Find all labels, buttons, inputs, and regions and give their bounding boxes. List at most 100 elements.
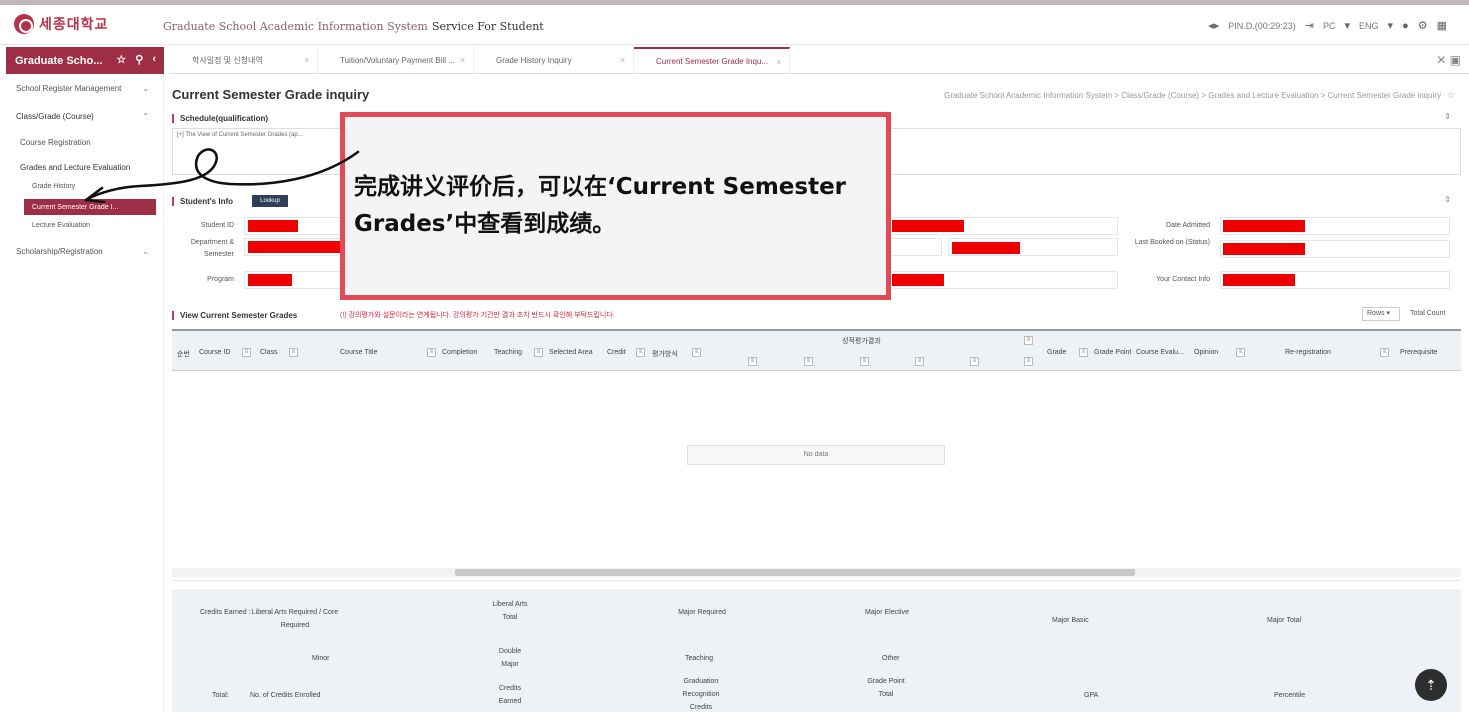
schedule-row[interactable]: [+] The View of Current Semester Grades … xyxy=(177,132,303,138)
language-select[interactable]: ENG xyxy=(1359,21,1379,31)
no-data-message: No data xyxy=(687,445,945,465)
logout-icon[interactable]: ⇥ xyxy=(1305,19,1314,32)
filter-icon[interactable]: ≡ xyxy=(804,357,813,366)
col-eval-method[interactable]: 평가방식 xyxy=(652,349,678,359)
star-icon[interactable]: ☆ xyxy=(116,53,126,66)
label-teaching: Teaching xyxy=(685,655,714,662)
filter-icon[interactable]: ≡ xyxy=(427,348,436,357)
label-major-elective: Major Elective xyxy=(865,609,909,616)
chevron-up-icon[interactable]: ⌃ xyxy=(142,112,149,121)
sidebar-header: Graduate Scho... ☆ ⚲ ‹ xyxy=(6,47,164,74)
col-course-title[interactable]: Course Title xyxy=(340,349,377,356)
grid-menu-icon[interactable]: ▦ xyxy=(1437,19,1447,32)
pc-mode[interactable]: PC xyxy=(1323,21,1336,31)
col-re-registration[interactable]: Re-registration xyxy=(1285,349,1331,356)
filter-icon[interactable]: ≡ xyxy=(692,348,701,357)
label-last-booked: Last Booked on (Status) xyxy=(1134,239,1210,246)
label-date-admitted: Date Admitted xyxy=(1166,222,1210,229)
filter-icon[interactable]: ≡ xyxy=(636,348,645,357)
logo[interactable]: 세종대학교 xyxy=(14,14,108,34)
favorite-star-icon[interactable]: ☆ xyxy=(1447,90,1455,101)
filter-icon[interactable]: ≡ xyxy=(242,348,251,357)
filter-icon[interactable]: ≡ xyxy=(1380,348,1389,357)
close-icon[interactable]: × xyxy=(460,56,465,65)
filter-icon[interactable]: ≡ xyxy=(1079,348,1088,357)
label-minor: Minor xyxy=(312,655,330,662)
search-icon[interactable]: ⚲ xyxy=(135,53,143,66)
scroll-top-button[interactable]: ⇡ xyxy=(1415,669,1447,701)
tab-label: Grade History Inquiry xyxy=(496,56,572,65)
gear-icon[interactable]: ⚙ xyxy=(1418,19,1428,32)
close-icon[interactable]: × xyxy=(776,58,781,67)
close-icon[interactable]: × xyxy=(304,56,309,65)
chevron-down-icon[interactable]: ▾ xyxy=(1388,19,1394,32)
filter-icon[interactable]: ≡ xyxy=(970,357,979,366)
annotation-callout: 完成讲义评价后，可以在‘Current Semester Grades’中查看到… xyxy=(340,112,891,300)
chevron-down-icon[interactable]: ▾ xyxy=(1344,19,1350,32)
col-grade-point[interactable]: Grade Point xyxy=(1094,349,1131,356)
col-credit[interactable]: Credit xyxy=(607,349,626,356)
label-department: Department & Semester xyxy=(190,239,234,258)
sidebar-item-school-register[interactable]: School Register Management xyxy=(16,84,121,93)
scrollbar-thumb[interactable] xyxy=(455,569,1135,576)
expand-icon[interactable]: ⇕ xyxy=(1444,195,1451,204)
tab-grade-history[interactable]: Grade History Inquiry × xyxy=(474,47,634,74)
callout-text: 完成讲义评价后，可以在‘Current Semester Grades’中查看到… xyxy=(354,174,847,237)
col-prerequisite[interactable]: Prerequisite xyxy=(1400,349,1437,356)
info-field-mid-2a xyxy=(890,238,942,256)
tab-tuition[interactable]: Tuition/Voluntary Payment Bill ... × xyxy=(318,47,474,74)
grades-section-title: View Current Semester Grades xyxy=(172,311,297,320)
close-icon[interactable]: × xyxy=(620,56,625,65)
rows-select[interactable]: Rows ▾ xyxy=(1362,307,1400,321)
col-course-eval[interactable]: Course Evalu... xyxy=(1136,349,1184,356)
redacted-mid-3 xyxy=(892,274,944,286)
col-selected-area[interactable]: Selected Area xyxy=(549,349,593,356)
tab-bar: 학사일정 및 신청내역 × Tuition/Voluntary Payment B… xyxy=(170,47,1469,74)
filter-icon[interactable]: ≡ xyxy=(289,348,298,357)
filter-icon[interactable]: ≡ xyxy=(1024,336,1033,345)
sidebar-item-scholarship[interactable]: Scholarship/Registration xyxy=(16,247,103,256)
filter-icon[interactable]: ≡ xyxy=(1024,357,1033,366)
system-title[interactable]: Graduate School Academic Information Sys… xyxy=(163,20,428,33)
col-teaching[interactable]: Teaching xyxy=(494,349,522,356)
bell-icon[interactable]: ● xyxy=(1402,20,1409,32)
redacted-program xyxy=(248,274,292,286)
sidebar-title[interactable]: Graduate Scho... xyxy=(15,55,102,67)
label-liberal-total: Liberal Arts Total xyxy=(492,601,528,621)
col-course-id[interactable]: Course ID xyxy=(199,349,231,356)
expand-icon[interactable]: ⇕ xyxy=(1444,112,1451,121)
label-graduation-recognition: Graduation Recognition Credits xyxy=(682,678,720,711)
tab-label: Current Semester Grade Inqu... xyxy=(656,57,769,66)
university-logo-icon xyxy=(14,14,34,34)
sidebar-item-class-grade[interactable]: Class/Grade (Course) xyxy=(16,112,94,121)
chevron-down-icon[interactable]: ⌄ xyxy=(142,84,149,93)
label-student-id: Student ID xyxy=(200,222,234,229)
tab-academic-schedule[interactable]: 학사일정 및 신청내역 × xyxy=(170,47,318,74)
horizontal-scrollbar[interactable] xyxy=(172,568,1461,577)
filter-icon[interactable]: ≡ xyxy=(534,348,543,357)
sidebar-item-lecture-evaluation[interactable]: Lecture Evaluation xyxy=(32,222,90,229)
label-credits-earned-total: Credits Earned xyxy=(498,685,522,705)
label-credits-enrolled: No. of Credits Enrolled xyxy=(250,692,321,699)
label-contact: Your Contact Info xyxy=(1156,276,1210,283)
col-opinion[interactable]: Opinion xyxy=(1194,349,1218,356)
col-no[interactable]: 순번 xyxy=(177,349,190,359)
chevron-down-icon[interactable]: ⌄ xyxy=(142,247,149,256)
filter-icon[interactable]: ≡ xyxy=(860,357,869,366)
close-all-tabs-icon[interactable]: ✕ ▣ xyxy=(1436,53,1461,67)
filter-icon[interactable]: ≡ xyxy=(748,357,757,366)
col-grade[interactable]: Grade xyxy=(1047,349,1066,356)
expand-arrows-icon[interactable]: ◂▸ xyxy=(1208,19,1219,32)
collapse-icon[interactable]: ‹ xyxy=(152,53,156,66)
redacted-department xyxy=(248,241,343,253)
filter-icon[interactable]: ≡ xyxy=(1236,348,1245,357)
sidebar-item-grade-history[interactable]: Grade History xyxy=(32,183,75,190)
tab-current-semester[interactable]: Current Semester Grade Inqu... × xyxy=(634,47,790,74)
user-session: PIN.D.(00:29:23) xyxy=(1228,20,1296,31)
filter-icon[interactable]: ≡ xyxy=(915,357,924,366)
service-title[interactable]: Service For Student xyxy=(432,20,544,33)
redacted-date-admitted xyxy=(1223,220,1305,232)
col-class[interactable]: Class xyxy=(260,349,278,356)
logo-text: 세종대학교 xyxy=(39,16,109,32)
col-completion[interactable]: Completion xyxy=(442,349,477,356)
